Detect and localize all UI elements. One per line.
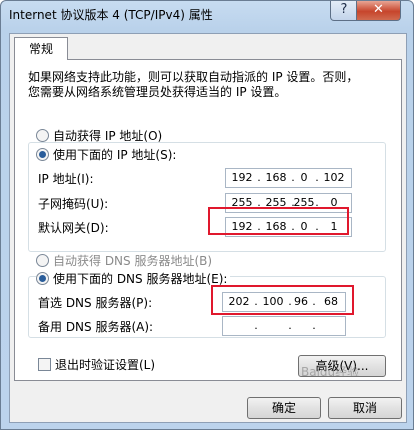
help-button[interactable]: ? <box>330 1 358 21</box>
checkbox-indicator <box>38 358 51 371</box>
dialog-window: Internet 协议版本 4 (TCP/IPv4) 属性 ? ✕ 常规 如果网… <box>0 0 414 430</box>
dot-separator: . <box>312 319 316 332</box>
dot-separator: . <box>254 319 258 332</box>
radio-manual-ip-indicator <box>36 148 49 161</box>
alternate-dns-label: 备用 DNS 服务器(A): <box>38 320 154 334</box>
radio-auto-ip[interactable]: 自动获得 IP 地址(O) <box>36 127 162 144</box>
default-gateway-label: 默认网关(D): <box>38 221 109 235</box>
ip-octet-1: 192 <box>231 171 253 184</box>
radio-auto-dns-indicator <box>36 254 49 267</box>
radio-auto-ip-label: 自动获得 IP 地址(O) <box>53 129 163 143</box>
tab-general[interactable]: 常规 <box>14 37 68 60</box>
validate-on-exit-label: 退出时验证设置(L) <box>55 358 156 372</box>
ip-octet-2: 168 <box>265 171 287 184</box>
ip-address-field[interactable]: 192. 168. 0. 102 <box>225 168 352 188</box>
ip-octet-4: 102 <box>323 171 345 184</box>
dot-separator: . <box>288 319 292 332</box>
cancel-button[interactable]: 取消 <box>328 397 402 419</box>
radio-manual-dns[interactable]: 使用下面的 DNS 服务器地址(E): <box>36 270 231 287</box>
radio-auto-dns-label: 自动获得 DNS 服务器地址(B) <box>53 254 213 268</box>
radio-manual-dns-label: 使用下面的 DNS 服务器地址(E): <box>53 272 228 286</box>
radio-manual-ip-label: 使用下面的 IP 地址(S): <box>53 148 177 162</box>
dns-highlight-box <box>211 285 354 315</box>
gateway-highlight-box <box>208 207 349 235</box>
description-text: 如果网络支持此功能，则可以获取自动指派的 IP 设置。否则， 您需要从网络系统管… <box>28 70 388 100</box>
title-bar[interactable]: Internet 协议版本 4 (TCP/IPv4) 属性 ? ✕ <box>1 1 413 27</box>
description-line-1: 如果网络支持此功能，则可以获取自动指派的 IP 设置。否则， <box>28 70 359 84</box>
close-button[interactable]: ✕ <box>356 1 401 21</box>
ok-button[interactable]: 确定 <box>247 397 321 419</box>
radio-manual-ip[interactable]: 使用下面的 IP 地址(S): <box>36 146 180 163</box>
ip-address-label: IP 地址(I): <box>38 172 94 186</box>
alternate-dns-field[interactable]: . . . <box>222 316 346 336</box>
radio-manual-dns-indicator <box>36 272 49 285</box>
preferred-dns-label: 首选 DNS 服务器(P): <box>38 296 153 310</box>
window-title: Internet 协议版本 4 (TCP/IPv4) 属性 <box>9 8 213 22</box>
subnet-mask-label: 子网掩码(U): <box>38 197 109 211</box>
radio-auto-ip-indicator <box>36 129 49 142</box>
watermark: Baidu经验 <box>301 365 360 379</box>
radio-auto-dns[interactable]: 自动获得 DNS 服务器地址(B) <box>36 252 212 269</box>
validate-on-exit-checkbox[interactable]: 退出时验证设置(L) <box>38 356 155 373</box>
description-line-2: 您需要从网络系统管理员处获得适当的 IP 设置。 <box>28 85 287 99</box>
